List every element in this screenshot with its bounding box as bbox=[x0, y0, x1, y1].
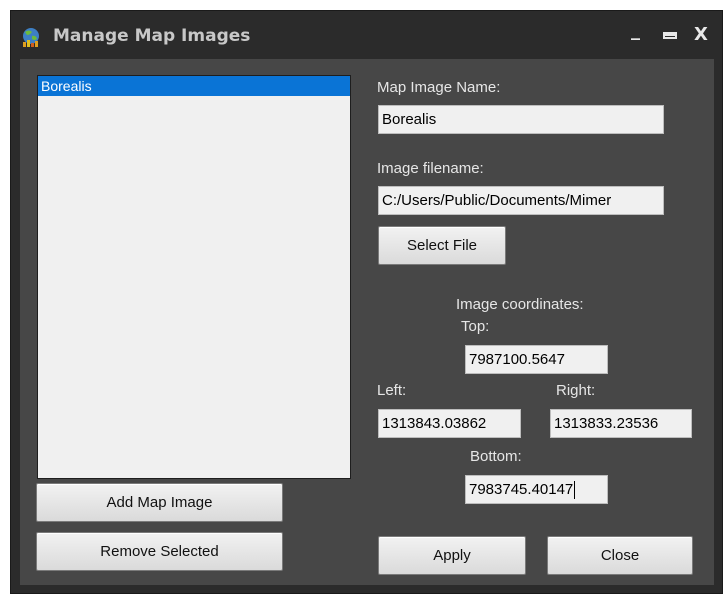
coords-label: Image coordinates: bbox=[456, 296, 584, 313]
bottom-label: Bottom: bbox=[470, 448, 522, 465]
right-field[interactable]: 1313833.23536 bbox=[550, 409, 692, 438]
window-title: Manage Map Images bbox=[53, 26, 251, 46]
close-icon[interactable]: X bbox=[694, 24, 708, 45]
bottom-field[interactable]: 7983745.40147 bbox=[465, 475, 608, 504]
left-field[interactable]: 1313843.03862 bbox=[378, 409, 521, 438]
text-caret bbox=[574, 481, 576, 500]
bottom-value: 7983745.40147 bbox=[469, 481, 574, 498]
top-field[interactable]: 7987100.5647 bbox=[465, 345, 608, 374]
right-label: Right: bbox=[556, 382, 596, 399]
close-button[interactable]: Close bbox=[547, 536, 693, 575]
minimize-icon[interactable]: _ bbox=[631, 20, 640, 41]
add-map-image-button[interactable]: Add Map Image bbox=[36, 483, 283, 522]
maximize-icon[interactable] bbox=[663, 32, 677, 39]
manage-map-images-window: Manage Map Images _ X Borealis Map Image… bbox=[10, 10, 723, 594]
filename-field[interactable]: C:/Users/Public/Documents/Mimer bbox=[378, 186, 664, 215]
map-name-field[interactable]: Borealis bbox=[378, 105, 664, 134]
left-label: Left: bbox=[377, 382, 407, 399]
top-label: Top: bbox=[461, 318, 490, 335]
map-image-list[interactable]: Borealis bbox=[37, 75, 351, 479]
dialog-body: Borealis Map Image Name: Borealis Image … bbox=[20, 59, 714, 585]
select-file-button[interactable]: Select File bbox=[378, 226, 506, 265]
remove-selected-button[interactable]: Remove Selected bbox=[36, 532, 283, 571]
map-name-label: Map Image Name: bbox=[377, 79, 501, 96]
title-bar[interactable]: Manage Map Images _ X bbox=[11, 11, 722, 59]
apply-button[interactable]: Apply bbox=[378, 536, 526, 575]
filename-label: Image filename: bbox=[377, 160, 484, 177]
map-globe-icon bbox=[20, 26, 42, 48]
list-item[interactable]: Borealis bbox=[38, 76, 350, 96]
